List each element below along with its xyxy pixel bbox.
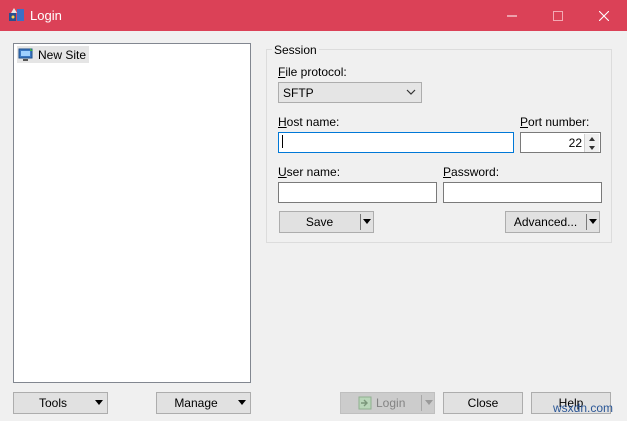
- login-dialog: New Site Session File protocol: SFTP Hos…: [0, 31, 627, 421]
- app-icon: [8, 7, 26, 23]
- close-window-button[interactable]: [581, 0, 627, 31]
- session-group-title: Session: [272, 43, 319, 57]
- login-button[interactable]: Login: [340, 392, 435, 414]
- advanced-button-label: Advanced...: [513, 215, 578, 229]
- close-button-label: Close: [467, 396, 499, 410]
- close-button[interactable]: Close: [443, 392, 523, 414]
- tools-button[interactable]: Tools: [13, 392, 108, 414]
- split-divider: [586, 214, 587, 230]
- host-name-input[interactable]: [278, 132, 514, 153]
- dropdown-arrow-icon: [425, 400, 433, 405]
- tree-item-new-site[interactable]: New Site: [17, 46, 90, 63]
- dropdown-arrow-icon: [95, 400, 103, 405]
- chevron-down-icon: [589, 145, 595, 150]
- computer-icon: [18, 47, 33, 61]
- user-name-label: User name:: [278, 165, 341, 179]
- tools-button-label: Tools: [38, 396, 67, 410]
- watermark-text: wsxdn.com: [553, 401, 614, 415]
- split-divider: [421, 395, 422, 411]
- port-number-value: 22: [568, 136, 582, 150]
- maximize-button[interactable]: [535, 0, 581, 31]
- port-increment-button[interactable]: [584, 134, 599, 143]
- split-divider: [360, 214, 361, 230]
- host-name-label: Host name:: [278, 115, 340, 129]
- login-button-label: Login: [376, 396, 406, 410]
- dropdown-arrow-icon: [238, 400, 246, 405]
- site-tree[interactable]: New Site: [13, 43, 251, 383]
- text-caret: [282, 135, 283, 148]
- save-button-label: Save: [305, 215, 334, 229]
- password-label: Password:: [443, 165, 500, 179]
- save-button[interactable]: Save: [279, 211, 374, 233]
- port-decrement-button[interactable]: [584, 143, 599, 152]
- window-title: Login: [30, 8, 62, 23]
- maximize-icon: [553, 10, 563, 21]
- close-icon: [599, 10, 609, 21]
- minimize-icon: [507, 15, 517, 16]
- manage-button-label: Manage: [174, 396, 218, 410]
- dropdown-arrow-icon: [589, 219, 597, 224]
- password-input[interactable]: [443, 182, 602, 203]
- chevron-down-icon: [406, 89, 416, 95]
- tree-item-label: New Site: [38, 47, 87, 62]
- file-protocol-value: SFTP: [283, 86, 314, 100]
- file-protocol-label: File protocol:: [278, 65, 347, 79]
- file-protocol-select[interactable]: SFTP: [278, 82, 422, 103]
- port-number-spinner[interactable]: 22: [520, 132, 601, 153]
- minimize-button[interactable]: [489, 0, 535, 31]
- login-icon: [358, 396, 372, 410]
- dropdown-arrow-icon: [363, 219, 371, 224]
- port-number-label: Port number:: [520, 115, 590, 129]
- title-bar[interactable]: Login: [0, 0, 627, 31]
- user-name-input[interactable]: [278, 182, 437, 203]
- chevron-up-icon: [589, 136, 595, 141]
- manage-button[interactable]: Manage: [156, 392, 251, 414]
- advanced-button[interactable]: Advanced...: [505, 211, 600, 233]
